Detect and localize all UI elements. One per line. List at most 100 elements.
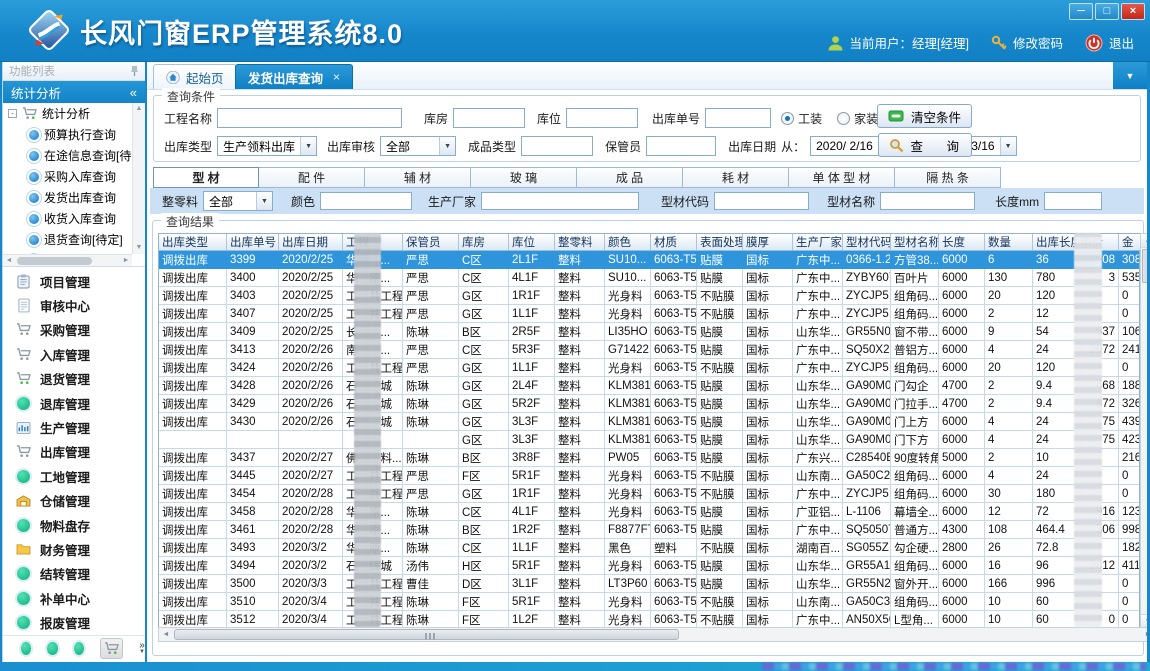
sidebar-module-item[interactable]: 仓储管理 <box>3 489 145 513</box>
table-row[interactable]: 调拨出库34932020/3/2华 原...陈琳C区1L1F整料黑色塑料不贴膜国… <box>159 539 1139 557</box>
change-password-button[interactable]: 修改密码 <box>991 33 1063 52</box>
clear-conditions-button[interactable]: 清空条件 <box>877 104 972 128</box>
column-header[interactable]: 出库类型 <box>159 234 227 250</box>
table-row[interactable]: 调拨出库34942020/3/2石 辉城汤伟H区5R1F整料光身料6063-T5… <box>159 557 1139 575</box>
table-row[interactable]: 调拨出库34612020/2/28华 原...陈琳B区1R2F整料F8877FT… <box>159 521 1139 539</box>
column-header[interactable]: 金 <box>1119 234 1141 250</box>
material-tab[interactable]: 耗 材 <box>683 167 789 188</box>
maximize-button[interactable]: □ <box>1095 3 1119 20</box>
sidebar-module-item[interactable]: 退货管理 <box>3 367 145 391</box>
tree-vertical-scrollbar[interactable]: ▲▼ <box>132 103 145 254</box>
tab-close-icon[interactable]: × <box>333 70 340 84</box>
whole-part-select[interactable]: 全部▼ <box>203 191 273 211</box>
column-header[interactable]: 保管员 <box>403 234 459 250</box>
more-modules-button[interactable]: »▼ <box>139 642 145 656</box>
sidebar-module-item[interactable]: 采购管理 <box>3 318 145 342</box>
column-header[interactable]: 出库长度 <box>1033 234 1077 250</box>
tree-item[interactable]: 采购入库查询 <box>3 166 132 187</box>
column-header[interactable]: 颜色 <box>605 234 651 250</box>
location-input[interactable] <box>566 108 638 128</box>
table-row[interactable]: 调拨出库34002020/2/25华 原...严思C区4L1F整料SU10...… <box>159 269 1139 287</box>
module-dot-icon[interactable] <box>47 642 57 655</box>
sidebar-module-item[interactable]: 财务管理 <box>3 537 145 561</box>
table-row[interactable]: 调拨出库34302020/2/26石 城陈琳G区3L3F整料KLM3817606… <box>159 413 1139 431</box>
color-input[interactable] <box>320 192 412 210</box>
scrollbar-thumb[interactable] <box>174 629 679 640</box>
tab-list-dropdown[interactable]: ▼ <box>1113 62 1147 89</box>
sidebar-module-item[interactable]: 退库管理 <box>3 391 145 415</box>
sidebar-module-item[interactable]: 报废管理 <box>3 610 145 634</box>
logout-button[interactable]: 退出 <box>1085 33 1134 52</box>
tree-item[interactable]: 发货出库查询 <box>3 187 132 208</box>
material-tab[interactable]: 型 材 <box>153 167 259 188</box>
pin-icon[interactable] <box>130 65 139 77</box>
sidebar-section-statistics[interactable]: 统计分析 « <box>3 81 145 103</box>
column-header[interactable]: 库房 <box>459 234 509 250</box>
table-row[interactable]: 调拨出库34092020/2/25长 ...陈琳B区2R5F整料LI35HO60… <box>159 323 1139 341</box>
sidebar-module-item[interactable]: 结转管理 <box>3 562 145 586</box>
scroll-left-icon[interactable]: ◄ <box>159 628 173 641</box>
keeper-input[interactable] <box>646 136 716 156</box>
column-header[interactable]: 型材代码 <box>843 234 891 250</box>
column-header[interactable]: 工程 <box>343 234 403 250</box>
project-name-input[interactable] <box>217 108 402 128</box>
column-header[interactable]: 单价 <box>1077 234 1119 250</box>
sidebar-module-item[interactable]: 工地管理 <box>3 464 145 488</box>
table-row[interactable]: 调拨出库34072020/2/25工 共工程严思G区1L1F整料光身料6063-… <box>159 305 1139 323</box>
table-row[interactable]: 调拨出库34452020/2/27工 共工程严思F区5R1F整料光身料6063-… <box>159 467 1139 485</box>
outbound-type-select[interactable]: 生产领料出库▼ <box>217 136 317 156</box>
module-dot-icon[interactable] <box>74 642 84 655</box>
table-row[interactable]: 调拨出库34132020/2/26南 ...严思C区5R3F整料G7142260… <box>159 341 1139 359</box>
scrollbar-thumb[interactable] <box>17 257 92 265</box>
column-header[interactable]: 数量 <box>985 234 1033 250</box>
radio-home-decor[interactable] <box>837 112 850 125</box>
search-button[interactable]: 查 询 <box>878 133 972 157</box>
column-header[interactable]: 表面处理 <box>697 234 743 250</box>
tree-item[interactable]: 预算执行查询 <box>3 124 132 145</box>
table-row[interactable]: 调拨出库34582020/2/28华 原...陈琳C区4L1F整料光身料6063… <box>159 503 1139 521</box>
material-tab[interactable]: 单 体 型 材 <box>789 167 895 188</box>
material-tab[interactable]: 隔 热 条 <box>895 167 1001 188</box>
manufacturer-input[interactable] <box>481 192 639 210</box>
tree-horizontal-scrollbar[interactable]: ◄► <box>3 254 132 266</box>
column-header[interactable]: 库位 <box>509 234 555 250</box>
scroll-up-icon[interactable]: ▲ <box>133 103 145 115</box>
module-dot-icon[interactable] <box>21 642 31 655</box>
sidebar-module-item[interactable]: 生产管理 <box>3 415 145 439</box>
column-header[interactable]: 出库日期 <box>279 234 343 250</box>
sidebar-module-item[interactable]: 审核中心 <box>3 293 145 317</box>
order-no-input[interactable] <box>705 108 771 128</box>
outbound-audit-select[interactable]: 全部▼ <box>380 136 456 156</box>
sidebar-module-item[interactable]: 出库管理 <box>3 440 145 464</box>
table-row[interactable]: 调拨出库34242020/2/26工 共工程严思G区1L1F整料光身料6063-… <box>159 359 1139 377</box>
material-tab[interactable]: 辅 材 <box>365 167 471 188</box>
sidebar-module-item[interactable]: 物料盘存 <box>3 513 145 537</box>
tree-item[interactable]: 退货查询[待定] <box>3 229 132 250</box>
material-tab[interactable]: 玻 璃 <box>471 167 577 188</box>
collapse-icon[interactable]: « <box>130 85 137 100</box>
minimize-button[interactable]: ─ <box>1069 3 1093 20</box>
sidebar-module-item[interactable]: 项目管理 <box>3 269 145 293</box>
radio-work-clothes[interactable] <box>781 112 794 125</box>
close-button[interactable]: × <box>1121 3 1145 20</box>
table-row[interactable]: 调拨出库35002020/3/3工 共工程曹佳D区3L1F整料LT3P60606… <box>159 575 1139 593</box>
sidebar-module-item[interactable]: 入库管理 <box>3 342 145 366</box>
column-header[interactable]: 材质 <box>651 234 697 250</box>
table-row[interactable]: 调拨出库34282020/2/26石 城陈琳G区2L4F整料KLM3817606… <box>159 377 1139 395</box>
column-header[interactable]: 长度 <box>939 234 985 250</box>
tree-root[interactable]: - 统计分析 <box>3 103 132 124</box>
column-header[interactable]: 膜厚 <box>743 234 793 250</box>
material-tab[interactable]: 配 件 <box>259 167 365 188</box>
scroll-down-icon[interactable]: ▼ <box>133 242 145 254</box>
warehouse-input[interactable] <box>453 108 525 128</box>
cart-toolbar-button[interactable] <box>100 638 123 659</box>
column-header[interactable]: 型材名称 <box>891 234 939 250</box>
column-header[interactable]: 整零料 <box>555 234 605 250</box>
expander-icon[interactable]: - <box>8 109 17 118</box>
length-input[interactable] <box>1044 192 1102 210</box>
table-row[interactable]: 调拨出库34372020/2/27佛 料...陈琳B区3R8F整料PW05606… <box>159 449 1139 467</box>
column-header[interactable]: 出库单号 <box>227 234 279 250</box>
table-row[interactable]: 调拨出库34542020/2/28工 共工程严思G区1R1F整料光身料6063-… <box>159 485 1139 503</box>
table-row[interactable]: 调拨出库35102020/3/4工 共工程陈琳F区5R1F整料光身料6063-T… <box>159 593 1139 611</box>
table-row[interactable]: G区3L3F整料KLM38176063-T5贴膜国标山东华...GA90M09.… <box>159 431 1139 449</box>
